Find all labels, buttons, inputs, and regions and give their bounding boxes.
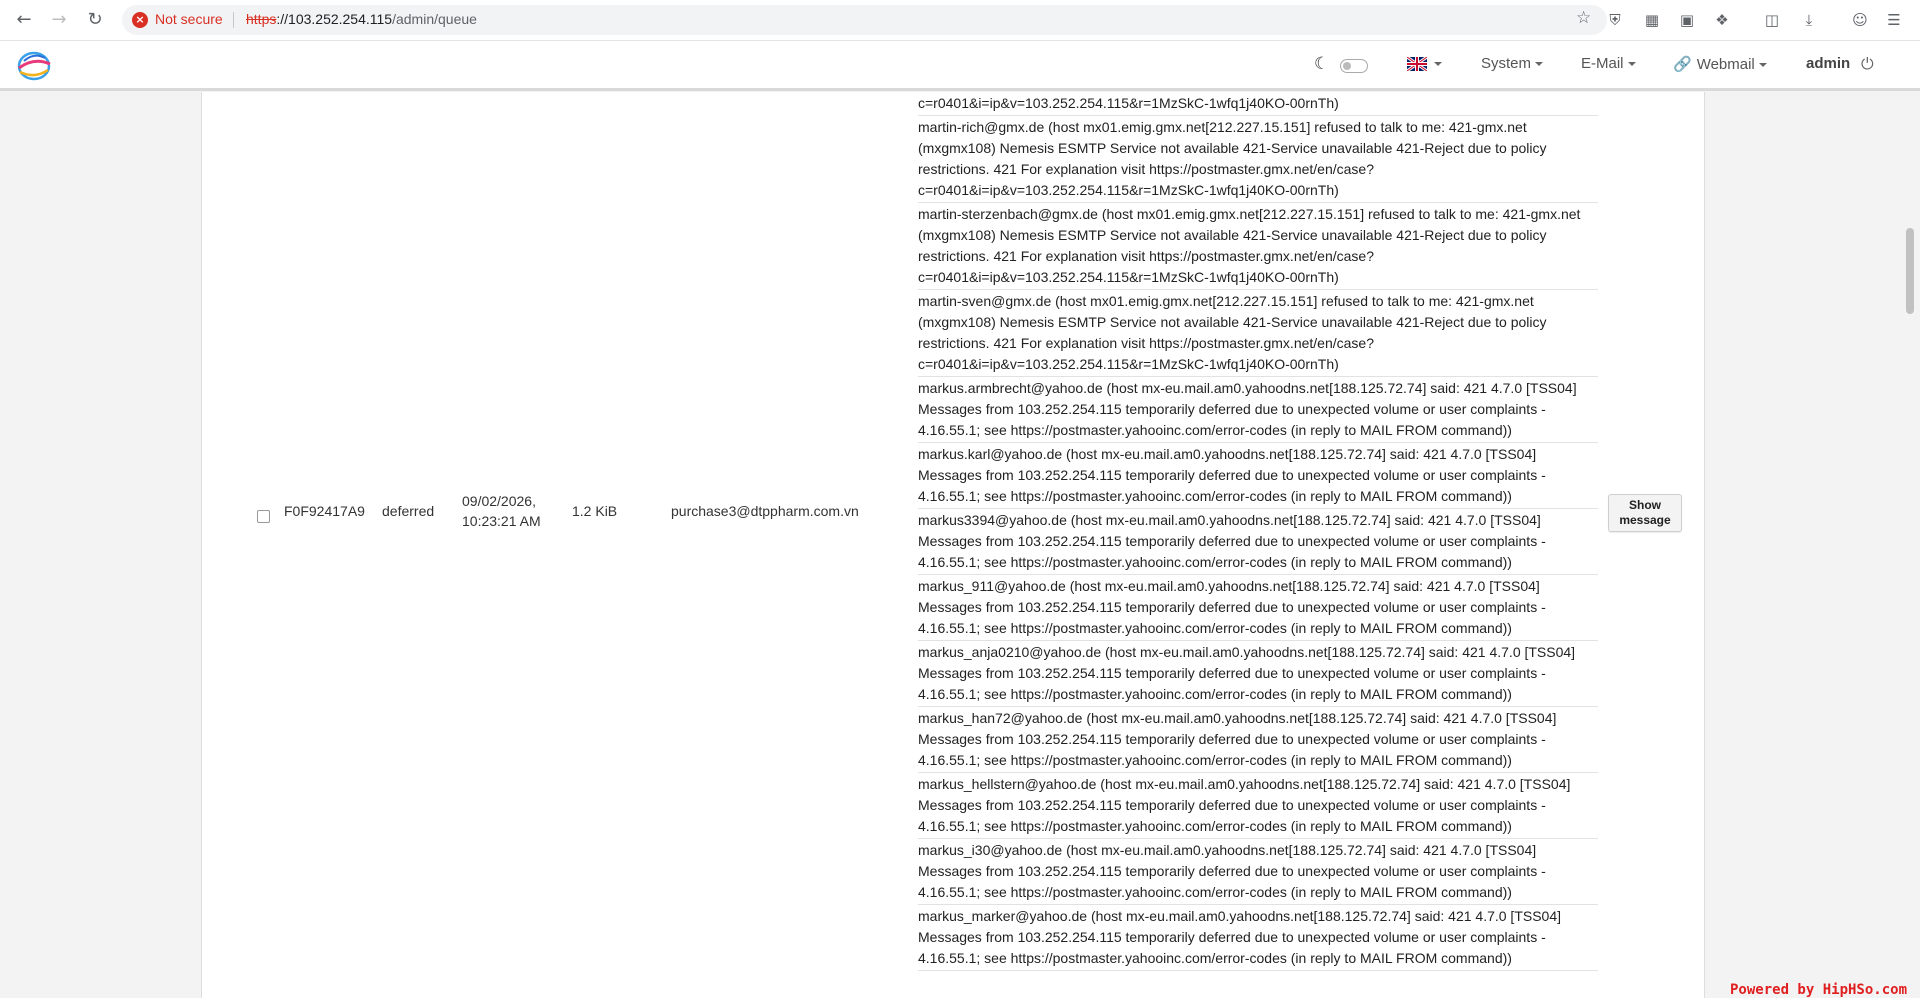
recipient-entry: markus_911@yahoo.de (host mx-eu.mail.am0…	[918, 575, 1598, 641]
url-scheme: https	[246, 11, 277, 27]
security-label[interactable]: Not secure	[155, 11, 223, 27]
forward-icon[interactable]: →	[47, 8, 71, 32]
not-secure-icon: ×	[132, 12, 148, 28]
back-icon[interactable]: ←	[12, 8, 36, 32]
dark-mode-moon-icon: ☾	[1314, 54, 1330, 74]
queue-id: F0F92417A9	[284, 503, 365, 519]
recipient-entry: markus_han72@yahoo.de (host mx-eu.mail.a…	[918, 707, 1598, 773]
recipient-entry: markus.karl@yahoo.de (host mx-eu.mail.am…	[918, 443, 1598, 509]
queue-size: 1.2 KiB	[572, 503, 618, 519]
uk-flag-icon[interactable]	[1407, 57, 1427, 71]
dark-mode-toggle[interactable]	[1340, 59, 1368, 73]
app-logo-icon[interactable]	[15, 48, 53, 84]
parking-extension-icon[interactable]: ▣	[1676, 9, 1698, 31]
recipient-entry: markus_hellstern@yahoo.de (host mx-eu.ma…	[918, 773, 1598, 839]
menu-email[interactable]: E-Mail	[1581, 55, 1636, 72]
logout-power-icon[interactable]: ⏻	[1861, 54, 1874, 74]
download-icon[interactable]: ⤓	[1798, 9, 1820, 31]
queue-date: 09/02/2026, 10:23:21 AM	[462, 491, 541, 531]
menu-system[interactable]: System	[1481, 55, 1544, 72]
recipient-entry: c=r0401&i=ip&v=103.252.254.115&r=1MzSkC-…	[918, 92, 1598, 116]
watermark-text: Powered by HipHSo.com	[1730, 982, 1908, 998]
recipient-list: c=r0401&i=ip&v=103.252.254.115&r=1MzSkC-…	[918, 92, 1598, 971]
link-icon: 🔗	[1673, 56, 1692, 73]
shield-extension-icon[interactable]: ⛨	[1604, 9, 1626, 31]
puzzle-extensions-icon[interactable]: ❖	[1711, 9, 1733, 31]
bookmark-star-icon[interactable]: ☆	[1576, 8, 1591, 28]
menu-icon[interactable]: ☰	[1883, 9, 1905, 31]
separator	[233, 12, 234, 28]
page-scrollbar[interactable]	[1906, 228, 1914, 314]
browser-toolbar: ← → ↻ × Not secure https://103.252.254.1…	[0, 0, 1920, 41]
menu-system-label: System	[1481, 55, 1532, 72]
menu-webmail[interactable]: 🔗 Webmail	[1673, 55, 1767, 73]
recipient-entry: martin-sven@gmx.de (host mx01.emig.gmx.n…	[918, 290, 1598, 377]
profile-icon[interactable]: ☺	[1849, 9, 1871, 31]
chevron-down-icon	[1627, 62, 1636, 67]
url-host: ://103.252.254.115	[276, 11, 393, 27]
queue-date-day: 09/02/2026,	[462, 493, 536, 509]
split-view-icon[interactable]: ◫	[1761, 9, 1783, 31]
queue-status: deferred	[382, 503, 435, 519]
address-bar[interactable]: × Not secure https://103.252.254.115/adm…	[122, 5, 1607, 35]
qr-extension-icon[interactable]: ▦	[1641, 9, 1663, 31]
show-message-button[interactable]: Show message	[1608, 494, 1682, 532]
recipient-entry: markus_marker@yahoo.de (host mx-eu.mail.…	[918, 905, 1598, 971]
recipient-entry: martin-rich@gmx.de (host mx01.emig.gmx.n…	[918, 116, 1598, 203]
queue-date-time: 10:23:21 AM	[462, 513, 541, 529]
recipient-entry: markus_anja0210@yahoo.de (host mx-eu.mai…	[918, 641, 1598, 707]
menu-webmail-label: Webmail	[1696, 56, 1755, 73]
app-header: ☾ System E-Mail 🔗 Webmail admin ⏻	[0, 41, 1920, 91]
recipient-entry: martin-sterzenbach@gmx.de (host mx01.emi…	[918, 203, 1598, 290]
user-name[interactable]: admin	[1806, 55, 1850, 72]
chevron-down-icon	[1758, 63, 1767, 68]
queue-table: F0F92417A9 deferred 09/02/2026, 10:23:21…	[201, 92, 1705, 998]
menu-email-label: E-Mail	[1581, 55, 1624, 72]
queue-sender: purchase3@dtppharm.com.vn	[671, 503, 859, 519]
url-path: /admin/queue	[392, 11, 477, 27]
row-select-checkbox[interactable]	[257, 510, 270, 523]
recipient-entry: markus3394@yahoo.de (host mx-eu.mail.am0…	[918, 509, 1598, 575]
language-dropdown-caret-icon[interactable]	[1434, 62, 1442, 66]
chevron-down-icon	[1535, 62, 1544, 67]
recipient-entry: markus.armbrecht@yahoo.de (host mx-eu.ma…	[918, 377, 1598, 443]
reload-icon[interactable]: ↻	[83, 8, 107, 32]
recipient-entry: markus_i30@yahoo.de (host mx-eu.mail.am0…	[918, 839, 1598, 905]
url-text[interactable]: https://103.252.254.115/admin/queue	[246, 11, 477, 27]
